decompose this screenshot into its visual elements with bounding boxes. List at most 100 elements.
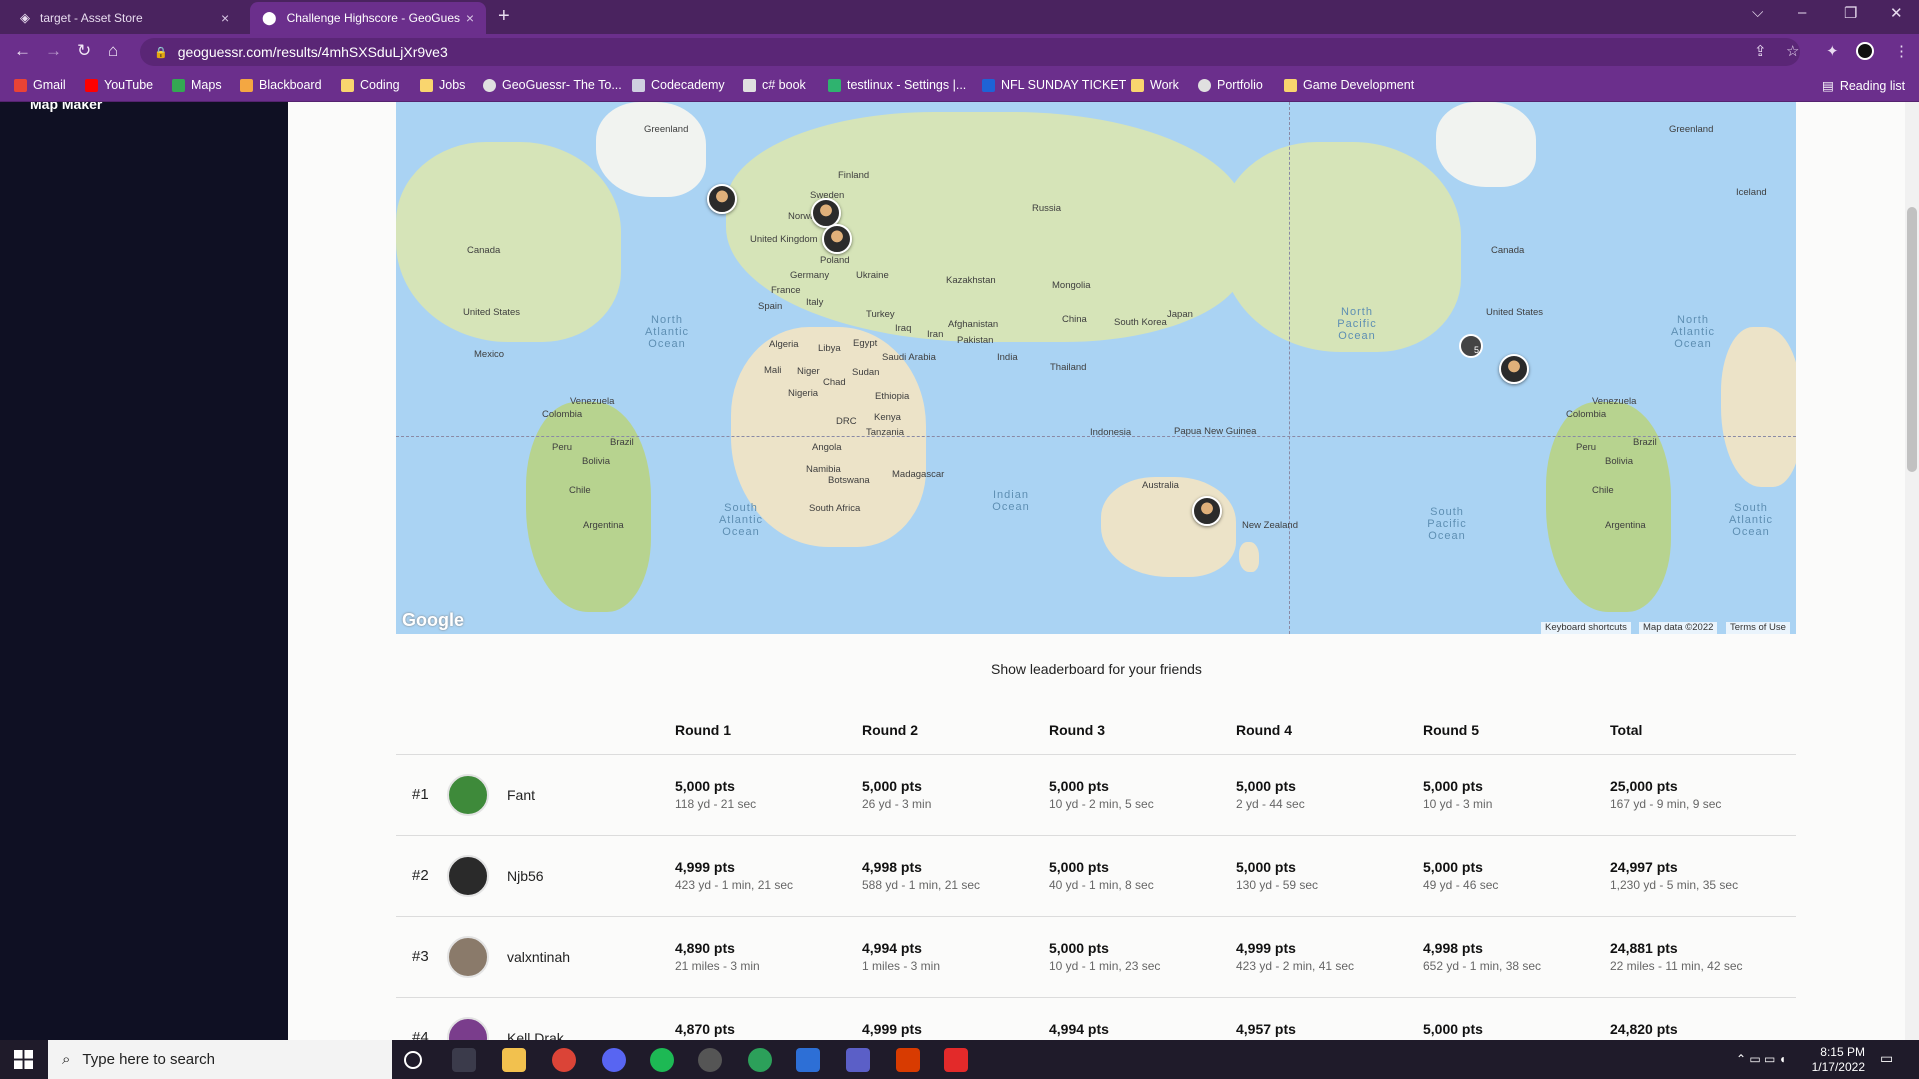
app-icon[interactable]: [698, 1048, 722, 1072]
clock[interactable]: 8:15 PM 1/17/2022: [1805, 1045, 1865, 1075]
total-score: 24,881 pts 22 miles - 11 min, 42 sec: [1610, 940, 1743, 973]
tab-geoguessr[interactable]: ⬤ Challenge Highscore - GeoGuess ×: [250, 2, 486, 34]
restore-button[interactable]: ❐: [1844, 4, 1857, 22]
office-icon[interactable]: [896, 1048, 920, 1072]
avatar[interactable]: [447, 1017, 489, 1040]
new-tab-button[interactable]: +: [498, 5, 510, 28]
player-guess-marker[interactable]: [707, 184, 737, 214]
scrollbar-thumb[interactable]: [1907, 207, 1917, 472]
table-row[interactable]: #3 valxntinah 4,890 pts 21 miles - 3 min …: [396, 917, 1796, 998]
bookmark-game-dev[interactable]: Game Development: [1284, 78, 1414, 92]
wordpress-icon: [1198, 78, 1211, 92]
bookmark-work[interactable]: Work: [1131, 78, 1179, 92]
bookmark-testlinux[interactable]: testlinux - Settings |...: [828, 78, 966, 92]
extensions-icon[interactable]: ✦: [1826, 42, 1839, 60]
bookmark-geoguessr[interactable]: GeoGuessr- The To...: [483, 78, 622, 92]
map-label: Iceland: [1736, 187, 1767, 198]
spotify-icon[interactable]: [650, 1048, 674, 1072]
cluster-marker[interactable]: 5: [1459, 334, 1483, 358]
bookmark-gmail[interactable]: Gmail: [14, 78, 66, 92]
table-row[interactable]: #1 Fant 5,000 pts 118 yd - 21 sec 5,000 p…: [396, 755, 1796, 836]
points: 4,994 pts: [862, 940, 922, 956]
notifications-icon[interactable]: ▭: [1880, 1051, 1893, 1066]
avatar[interactable]: [447, 936, 489, 978]
discord-icon[interactable]: [602, 1048, 626, 1072]
friends-leaderboard-toggle[interactable]: Show leaderboard for your friends: [991, 661, 1202, 677]
browser-toolbar: ← → ↻ ⌂ 🔒 geoguessr.com/results/4mhSXSdu…: [0, 34, 1919, 70]
task-view-icon[interactable]: [452, 1048, 476, 1072]
table-row[interactable]: #2 Njb56 4,999 pts 423 yd - 1 min, 21 sec…: [396, 836, 1796, 917]
bookmark-csharp-book[interactable]: c# book: [743, 78, 806, 92]
bookmark-jobs[interactable]: Jobs: [420, 78, 465, 92]
player-name[interactable]: valxntinah: [507, 949, 570, 965]
star-icon[interactable]: ☆: [1786, 42, 1799, 60]
windows-start-icon[interactable]: [14, 1050, 33, 1069]
address-bar[interactable]: 🔒 geoguessr.com/results/4mhSXSduLjXr9ve3: [140, 38, 1800, 66]
round-score: 5,000 pts 10 yd - 3 min: [1423, 778, 1492, 811]
map-label: Peru: [1576, 442, 1597, 453]
table-row[interactable]: #4 Kell Drak 4,870 pts 4,999 pts 4,994 p…: [396, 998, 1796, 1040]
lock-icon: 🔒: [154, 46, 168, 59]
app-icon[interactable]: [796, 1048, 820, 1072]
forward-icon[interactable]: →: [45, 41, 62, 61]
teams-icon[interactable]: [846, 1048, 870, 1072]
avatar[interactable]: [447, 774, 489, 816]
terms-of-use-link[interactable]: Terms of Use: [1726, 622, 1790, 634]
ocean-label: North Pacific Ocean: [1337, 306, 1377, 342]
close-icon[interactable]: ×: [221, 10, 229, 26]
chrome-icon[interactable]: [552, 1048, 576, 1072]
keyboard-shortcuts-link[interactable]: Keyboard shortcuts: [1541, 622, 1631, 634]
cortana-icon[interactable]: [404, 1051, 422, 1069]
distance-time: 10 yd - 3 min: [1423, 797, 1493, 811]
bookmark-maps[interactable]: Maps: [172, 78, 222, 92]
rank: #4: [412, 1029, 429, 1040]
share-icon[interactable]: ⇪: [1754, 42, 1767, 60]
results-map[interactable]: Greenland Finland Sweden Norway United K…: [396, 102, 1796, 634]
distance-time: 652 yd - 1 min, 38 sec: [1423, 959, 1542, 973]
map-label: Ukraine: [856, 270, 889, 281]
back-icon[interactable]: ←: [14, 41, 31, 61]
close-icon[interactable]: ×: [466, 10, 474, 26]
tab-strip: ◈ target - Asset Store × ⬤ Challenge Hig…: [0, 0, 1919, 34]
bookmark-youtube[interactable]: YouTube: [85, 78, 153, 92]
app-icon[interactable]: [944, 1048, 968, 1072]
bookmark-blackboard[interactable]: Blackboard: [240, 78, 322, 92]
distance-time: 167 yd - 9 min, 9 sec: [1610, 797, 1722, 811]
close-window-button[interactable]: ✕: [1890, 4, 1903, 22]
tray-icons[interactable]: ⌃ ▭ ▭ ◖: [1736, 1052, 1786, 1067]
bookmark-coding[interactable]: Coding: [341, 78, 400, 92]
map-label: Germany: [790, 270, 830, 281]
player-guess-marker[interactable]: [1192, 496, 1222, 526]
points: 5,000 pts: [1423, 859, 1483, 875]
file-explorer-icon[interactable]: [502, 1048, 526, 1072]
reading-list[interactable]: ▤ Reading list: [1822, 78, 1905, 94]
profile-avatar[interactable]: [1856, 42, 1874, 60]
menu-icon[interactable]: ⋮: [1894, 42, 1909, 60]
player-guess-marker[interactable]: [822, 224, 852, 254]
bookmark-nfl[interactable]: NFL SUNDAY TICKET: [982, 78, 1126, 92]
player-guess-marker[interactable]: [1499, 354, 1529, 384]
rank: #2: [412, 867, 429, 884]
taskbar-search[interactable]: ⌕ Type here to search: [48, 1040, 392, 1079]
reload-icon[interactable]: ↻: [77, 41, 91, 61]
ocean-label: North Atlantic Ocean: [1670, 314, 1716, 350]
tab-search-icon[interactable]: ⌵: [1752, 4, 1763, 21]
scrollbar[interactable]: [1905, 102, 1919, 1040]
round-score: 5,000 pts 10 yd - 2 min, 5 sec: [1049, 778, 1154, 811]
bookmark-codecademy[interactable]: Codecademy: [632, 78, 725, 92]
player-name[interactable]: Kell Drak: [507, 1030, 564, 1040]
home-icon[interactable]: ⌂: [108, 41, 118, 61]
tab-asset-store[interactable]: ◈ target - Asset Store ×: [8, 2, 248, 34]
bookmark-portfolio[interactable]: Portfolio: [1198, 78, 1263, 92]
sidebar-item-map-maker[interactable]: Map Maker: [30, 102, 102, 112]
distance-time: 10 yd - 2 min, 5 sec: [1049, 797, 1154, 811]
avatar[interactable]: [447, 855, 489, 897]
app-icon[interactable]: [748, 1048, 772, 1072]
player-name[interactable]: Fant: [507, 787, 535, 803]
round-score: 4,957 pts: [1236, 1021, 1296, 1037]
google-logo: Google: [402, 610, 464, 630]
player-name[interactable]: Njb56: [507, 868, 544, 884]
rank: #1: [412, 786, 429, 803]
map-label: Egypt: [853, 338, 878, 349]
minimize-button[interactable]: –: [1798, 4, 1806, 21]
